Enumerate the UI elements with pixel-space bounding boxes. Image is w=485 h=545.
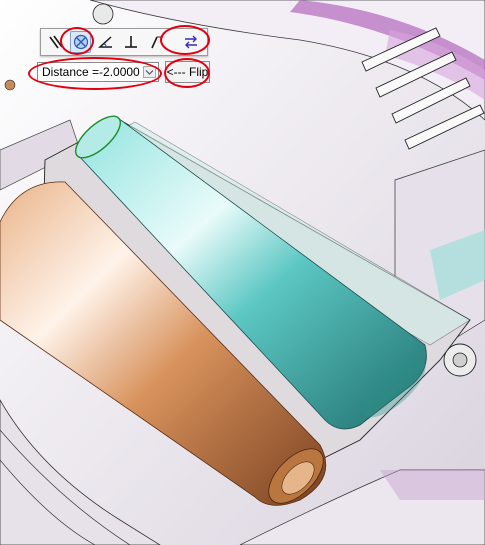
perpendicular-mate-button[interactable] (120, 31, 141, 53)
flip-button[interactable]: <--- Flip (165, 61, 210, 83)
flip-direction-icon (184, 35, 197, 49)
coincident-icon (73, 34, 88, 50)
parallel-icon (48, 35, 63, 49)
perpendicular-icon (124, 36, 137, 48)
parallel-mate-button[interactable] (45, 31, 66, 53)
flip-direction-button[interactable] (174, 31, 207, 53)
tangent-icon (151, 36, 163, 49)
mate-toolbar (40, 28, 208, 56)
distance-spinner[interactable] (143, 66, 156, 78)
angle-mate-button[interactable] (95, 31, 116, 53)
distance-value[interactable]: -2.0000 (99, 65, 140, 79)
tangent-mate-button[interactable] (145, 31, 166, 53)
coincident-mate-button[interactable] (70, 31, 92, 53)
chevron-down-icon (145, 69, 154, 75)
distance-field[interactable]: Distance = -2.0000 (37, 62, 159, 82)
distance-label: Distance = (42, 65, 100, 79)
angle-icon (97, 36, 112, 48)
